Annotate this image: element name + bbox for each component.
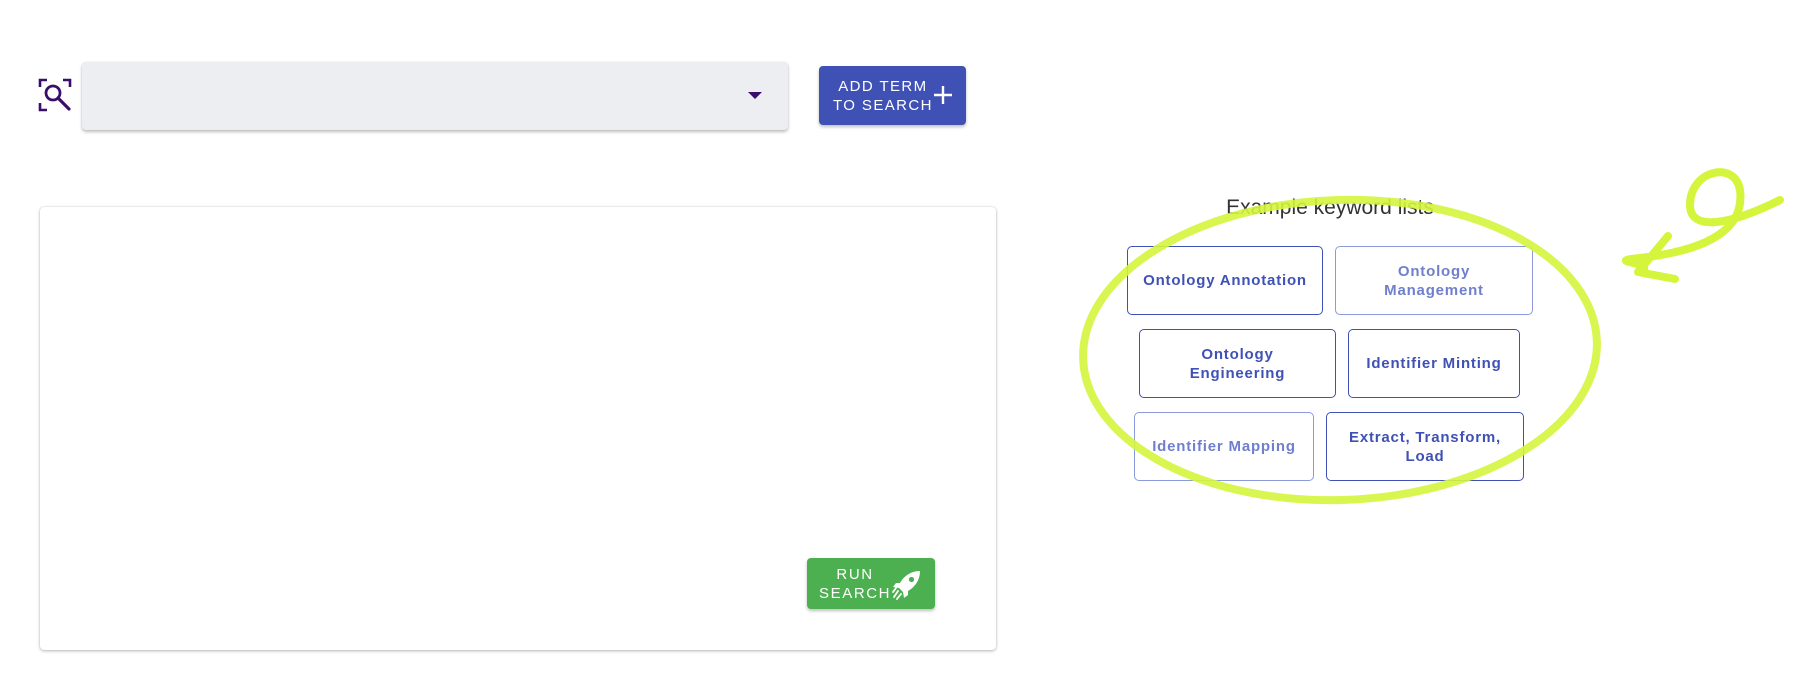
rocket-icon (892, 571, 920, 600)
keyword-list-ontology-engineering[interactable]: Ontology Engineering (1139, 329, 1336, 398)
keyword-list-label: Identifier Mapping (1152, 438, 1296, 455)
plus-icon (934, 86, 952, 104)
run-search-button[interactable]: RUN SEARCH (807, 558, 935, 609)
search-term-select[interactable] (82, 62, 788, 130)
example-keyword-lists-title: Example keyword lists (1226, 196, 1434, 219)
keyword-list-label: Ontology Annotation (1143, 272, 1307, 289)
keyword-list-identifier-minting[interactable]: Identifier Minting (1348, 329, 1520, 398)
keyword-list-label: Identifier Minting (1366, 355, 1502, 372)
add-term-label: ADD TERM TO SEARCH (833, 77, 933, 114)
keyword-list-extract-transform-load[interactable]: Extract, Transform, Load (1326, 412, 1524, 481)
add-term-button[interactable]: ADD TERM TO SEARCH (819, 66, 966, 125)
keyword-list-label: Ontology Management (1384, 262, 1484, 299)
keyword-list-ontology-management[interactable]: Ontology Management (1335, 246, 1533, 315)
arrow-head (1634, 232, 1679, 283)
search-icon (38, 78, 72, 112)
keyword-list-label: Ontology Engineering (1189, 345, 1286, 382)
dropdown-caret-icon[interactable] (748, 92, 762, 99)
keyword-list-identifier-mapping[interactable]: Identifier Mapping (1134, 412, 1314, 481)
run-search-label: RUN SEARCH (819, 566, 892, 602)
curly-arrow-shaft (1621, 168, 1784, 276)
keyword-list-label: Extract, Transform, Load (1349, 428, 1501, 465)
keyword-list-ontology-annotation[interactable]: Ontology Annotation (1127, 246, 1323, 315)
